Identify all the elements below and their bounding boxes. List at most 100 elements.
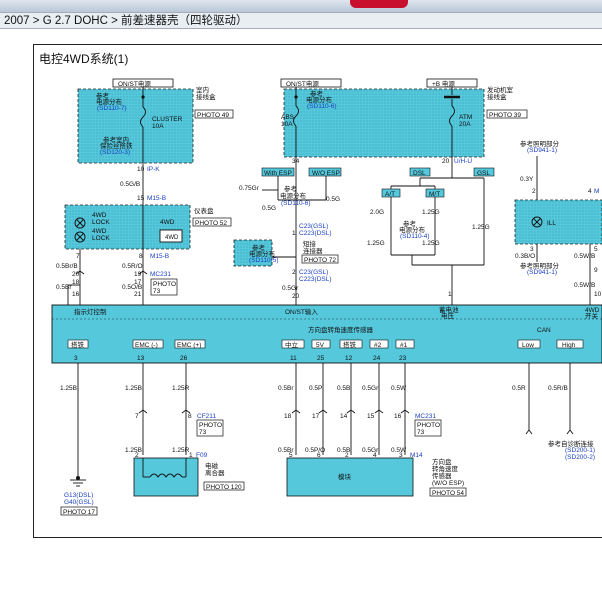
- ecu-num2: #2: [374, 342, 382, 349]
- m-connector-label[interactable]: M: [594, 188, 599, 195]
- ground-photo: PHOTO 17: [63, 509, 95, 516]
- conn-mc231b[interactable]: MC231: [415, 413, 436, 420]
- wire-125b: 1.25B: [60, 385, 77, 392]
- pin-10: 10: [137, 166, 145, 173]
- fwd-icon: 4WD: [165, 235, 179, 241]
- wire-05ro: 0.5R/O: [122, 263, 143, 270]
- pin-15b: 15: [367, 413, 375, 420]
- conn-c223b[interactable]: C223(DSL): [299, 276, 332, 283]
- clutch-label2: 离合器: [205, 468, 225, 477]
- pin-5-ill: 5: [594, 246, 598, 253]
- clutch-label: 电磁: [205, 461, 219, 470]
- lock2b-label: LOCK: [92, 235, 110, 242]
- engine-box-photo: PHOTO 39: [489, 112, 521, 119]
- pin-20b: 20: [292, 293, 300, 300]
- pin-26: 26: [180, 355, 188, 362]
- pin-16: 16: [72, 291, 80, 298]
- pin-20-atm: 20: [442, 158, 450, 165]
- ground-g40[interactable]: G40(GSL): [64, 499, 94, 506]
- ecu-num1: #1: [400, 342, 408, 349]
- sensor-title2: 转角速度: [432, 464, 459, 473]
- wire-05gb: 0.5G/B: [120, 181, 140, 188]
- wire-05r: 0.5R: [512, 385, 526, 392]
- engine-sd-link[interactable]: (SD110-6): [307, 103, 337, 110]
- fuse-cluster-sd-link[interactable]: (SD110-7): [97, 105, 127, 112]
- pin-24: 24: [373, 355, 381, 362]
- ecu-can-high: High: [562, 342, 576, 349]
- mc231-photo-num: 73: [153, 288, 161, 295]
- conn-m15-b2[interactable]: M15-B: [150, 253, 169, 260]
- ref-can-sd2-link[interactable]: (SD200-2): [565, 454, 595, 461]
- pin-2d: 2: [345, 452, 349, 459]
- short-conn-label: 短接: [303, 239, 317, 248]
- pin-8b: 8: [188, 413, 192, 420]
- abs-fuse-amp: 10A: [281, 121, 293, 128]
- pin-19: 19: [134, 271, 142, 278]
- wire-05w: 0.5W: [391, 385, 407, 392]
- ref-light2-sd-link[interactable]: (SD941-1): [527, 269, 557, 276]
- wiring-diagram: ON/ST电源 ON/ST电源 +B 电源 参考 电源分布 (SD110-7) …: [51, 78, 602, 516]
- pin-18b: 18: [284, 413, 292, 420]
- ecu-steer-sensor: 方向盘转角速度传感器: [308, 325, 374, 334]
- conn-ip-k[interactable]: IP-K: [147, 166, 160, 173]
- mc231-photo: PHOTO: [153, 281, 176, 288]
- pin-3b: 3: [399, 452, 403, 459]
- atm-fuse-amp: 20A: [459, 121, 471, 128]
- ref-sd1104c-link[interactable]: (SD110-4): [400, 233, 430, 240]
- pin-7b: 7: [135, 413, 139, 420]
- wire-075gr: 0.75Gr: [239, 185, 260, 192]
- pin-16b: 16: [394, 413, 402, 420]
- ref-sd1106c-link[interactable]: (SD110-6): [281, 200, 311, 207]
- ecu-neutral: 中立: [285, 340, 299, 349]
- pin-1-batt: 1: [448, 291, 452, 298]
- pin-10-ill: 10: [594, 291, 602, 298]
- illumination-module[interactable]: [514, 199, 602, 245]
- engine-box-label1: 发动机室: [487, 85, 514, 94]
- pin-17b: 17: [312, 413, 320, 420]
- pin-4: 4: [373, 452, 377, 459]
- pin-21: 21: [134, 291, 142, 298]
- ecu-can-low: Low: [522, 342, 534, 349]
- conn-cf211[interactable]: CF211: [197, 413, 216, 420]
- conn-c23[interactable]: C23(GSL): [299, 223, 328, 230]
- wire-05br2: 0.5Br: [278, 385, 294, 392]
- cf211-photo: PHOTO: [199, 422, 222, 429]
- conn-c23b[interactable]: C23(GSL): [299, 269, 328, 276]
- pin-15: 15: [137, 195, 145, 202]
- pin-2: 2: [292, 269, 296, 276]
- ground-g13[interactable]: G13(DSL): [64, 492, 93, 499]
- conn-m14[interactable]: M14: [410, 452, 423, 459]
- pin-8: 8: [139, 253, 143, 260]
- wire-125g2: 1.25G: [367, 240, 385, 247]
- wire-05g: 0.5G: [262, 205, 276, 212]
- power-onst-mid: ON/ST电源: [286, 79, 319, 88]
- ecu-5v: 5V: [316, 342, 325, 349]
- ref-light-sd-link[interactable]: (SD941-1): [527, 147, 557, 154]
- wire-05gr2: 0.5Gr: [362, 385, 379, 392]
- dsl-label: DSL: [413, 170, 426, 177]
- fuse-cluster-sd-bottom-link[interactable]: (SD120-3): [100, 149, 130, 156]
- atm-fuse-name: ATM: [459, 114, 472, 121]
- ref-can-sd1-link[interactable]: (SD200-1): [565, 447, 595, 454]
- conn-f09[interactable]: F09: [196, 452, 208, 459]
- power-b-plus: +B 电源: [432, 79, 455, 88]
- pin-23: 23: [399, 355, 407, 362]
- conn-c223[interactable]: C223(DSL): [299, 230, 332, 237]
- pin-1: 1: [292, 230, 296, 237]
- conn-uh-u[interactable]: U/H-U: [454, 158, 472, 165]
- cluster-label: 仪表盘: [194, 206, 214, 215]
- sensor-module-label: 模块: [338, 472, 352, 481]
- pin-2b: 2: [135, 452, 139, 459]
- ecu-can: CAN: [537, 327, 551, 334]
- mc231b-photo-num: 73: [417, 429, 425, 436]
- wire-05brb: 0.5Br/B: [56, 263, 78, 270]
- wire-125g: 1.25G: [422, 209, 440, 216]
- conn-m15-b[interactable]: M15-B: [147, 195, 166, 202]
- ref-sd1105c-link[interactable]: (SD110-5): [249, 257, 279, 264]
- electronic-4wd-ecu[interactable]: [51, 304, 602, 364]
- pin-12: 12: [345, 355, 353, 362]
- ecu-gnd: 搭铁: [71, 340, 85, 349]
- conn-mc231[interactable]: MC231: [150, 271, 171, 278]
- ecu-onst-input: ON/ST输入: [285, 307, 318, 316]
- wire-05ob: 0.5O/B: [122, 284, 142, 291]
